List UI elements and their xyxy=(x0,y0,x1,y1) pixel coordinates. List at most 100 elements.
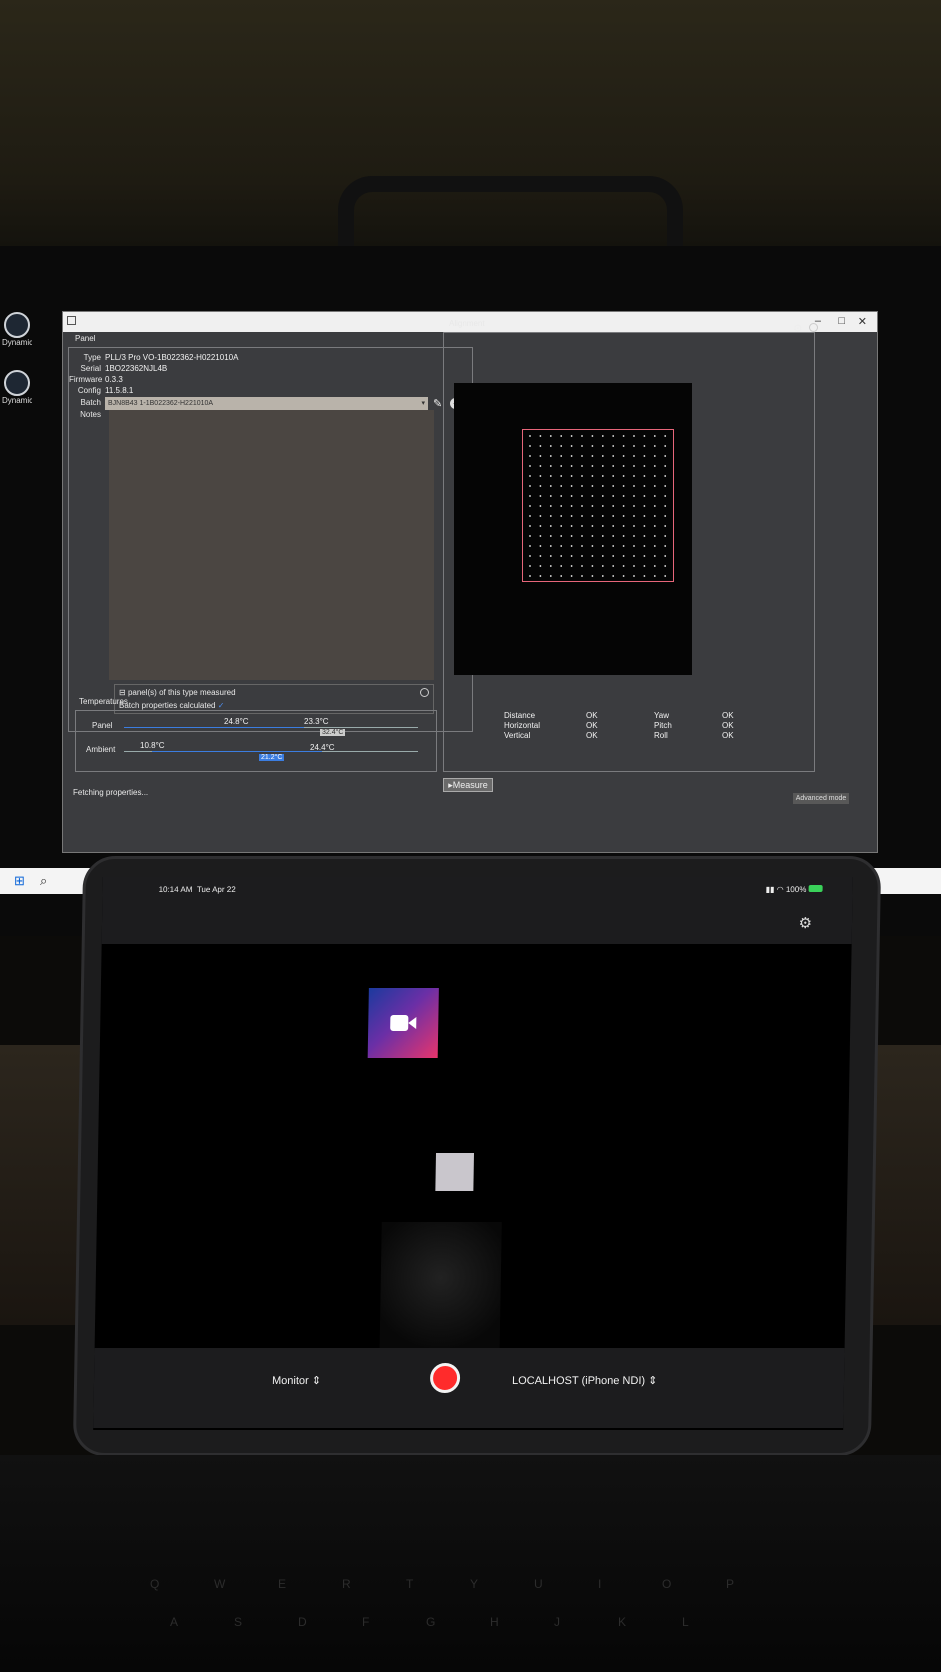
grid-dot xyxy=(653,515,656,517)
keyboard-key[interactable]: A xyxy=(170,1615,178,1629)
keyboard-key[interactable]: G xyxy=(426,1615,435,1629)
grid-dot xyxy=(653,465,656,467)
grid-dot xyxy=(539,485,542,487)
keyboard-key[interactable]: Y xyxy=(470,1577,478,1591)
grid-dot xyxy=(653,485,656,487)
notes-textarea[interactable] xyxy=(109,410,434,680)
batch-calculated-text: Batch properties calculated ✓ xyxy=(119,701,224,710)
grid-dot xyxy=(591,435,594,437)
grid-dot xyxy=(612,525,615,527)
keyboard-key[interactable]: E xyxy=(278,1577,286,1591)
grid-dot xyxy=(643,495,646,497)
grid-dot xyxy=(601,545,604,547)
keyboard-key[interactable]: W xyxy=(214,1577,225,1591)
grid-dot xyxy=(601,435,604,437)
notes-label: Notes xyxy=(80,410,101,419)
grid-dot xyxy=(591,445,594,447)
grid-dot xyxy=(664,495,667,497)
keyboard-key[interactable]: F xyxy=(362,1615,369,1629)
grid-dot xyxy=(549,445,552,447)
grid-dot xyxy=(664,575,667,577)
close-button[interactable]: ✕ xyxy=(858,315,867,328)
grid-dot xyxy=(539,455,542,457)
grid-dot xyxy=(622,475,625,477)
keyboard-key[interactable]: R xyxy=(342,1577,351,1591)
grid-dot xyxy=(643,435,646,437)
grid-dot xyxy=(591,495,594,497)
grid-dot xyxy=(601,485,604,487)
ambient-temp-label: Ambient xyxy=(86,745,116,754)
grid-dot xyxy=(622,485,625,487)
grid-dot xyxy=(612,495,615,497)
grid-dot xyxy=(581,455,583,457)
grid-dot xyxy=(581,445,583,447)
grid-dot xyxy=(601,555,604,557)
grid-dot xyxy=(529,545,531,547)
grid-dot xyxy=(622,515,625,517)
grid-dot xyxy=(643,465,646,467)
grid-dot xyxy=(549,515,552,517)
grid-dot xyxy=(539,495,542,497)
grid-dot xyxy=(539,435,542,437)
keyboard: Q W E R T Y U I O P A S D F G H J K L xyxy=(0,1455,941,1672)
batch-dropdown[interactable]: BJN8B43 1-1B022362-H221010A ▾ xyxy=(105,397,428,410)
desktop-icon-2[interactable]: Dynamic_Le... xyxy=(2,370,32,405)
keyboard-key[interactable]: P xyxy=(726,1577,734,1591)
search-icon[interactable]: ⌕ xyxy=(40,873,47,889)
grid-dot xyxy=(560,445,563,447)
batch-value: BJN8B43 1-1B022362-H221010A xyxy=(108,400,214,407)
edit-icon[interactable]: ✎ xyxy=(433,397,442,410)
grid-dot xyxy=(529,505,531,507)
time-text: 10:14 AM xyxy=(158,885,193,894)
grid-dot xyxy=(633,525,635,527)
keyboard-key[interactable]: L xyxy=(682,1615,689,1629)
ambient-temp-min: 10.8°C xyxy=(140,741,165,750)
desktop-icon-1[interactable]: Dynamic Dynamics... xyxy=(2,312,32,347)
keyboard-key[interactable]: O xyxy=(662,1577,671,1591)
grid-dot xyxy=(601,525,604,527)
keyboard-key[interactable]: Q xyxy=(150,1577,159,1591)
grid-dot xyxy=(560,495,563,497)
screen-reflection xyxy=(379,1222,502,1362)
grid-dot xyxy=(591,505,594,507)
keyboard-key[interactable]: I xyxy=(598,1577,601,1591)
grid-dot xyxy=(570,545,573,547)
grid-dot xyxy=(539,555,542,557)
advanced-mode-button[interactable]: Advanced mode xyxy=(793,793,849,804)
keyboard-key[interactable]: H xyxy=(490,1615,499,1629)
grid-dot xyxy=(612,445,615,447)
maximize-button[interactable]: □ xyxy=(838,315,845,327)
keyboard-key[interactable]: K xyxy=(618,1615,626,1629)
grid-dot xyxy=(529,515,531,517)
settings-gear-icon[interactable]: ⚙ xyxy=(798,914,812,932)
grid-dot xyxy=(601,465,604,467)
keyboard-key[interactable]: U xyxy=(534,1577,543,1591)
grid-dot xyxy=(581,465,583,467)
desktop-icon-label: Dynamic Dynamics... xyxy=(2,338,32,347)
keyboard-key[interactable]: J xyxy=(554,1615,560,1629)
grid-dot xyxy=(622,545,625,547)
windows-start-icon[interactable]: ⊞ xyxy=(14,873,25,889)
grid-dot xyxy=(549,455,552,457)
config-value: 11.5.8.1 xyxy=(105,386,134,395)
camera-source-tile[interactable] xyxy=(367,988,439,1058)
grid-dot xyxy=(560,475,563,477)
measure-button[interactable]: ▸Measure xyxy=(443,778,493,792)
grid-dot xyxy=(653,455,656,457)
ndi-preview-thumbnail[interactable] xyxy=(435,1153,475,1191)
grid-dot xyxy=(664,525,667,527)
grid-dot xyxy=(570,575,573,577)
record-button[interactable] xyxy=(429,1363,461,1393)
keyboard-key[interactable]: D xyxy=(298,1615,307,1629)
grid-dot xyxy=(529,465,531,467)
grid-dot xyxy=(643,475,646,477)
keyboard-key[interactable]: T xyxy=(406,1577,413,1591)
info-icon[interactable] xyxy=(809,323,818,332)
align-row-label: Horizontal xyxy=(504,721,541,730)
grid-dot xyxy=(664,505,667,507)
source-selector[interactable]: Monitor ⇕ xyxy=(272,1374,321,1387)
info-icon[interactable] xyxy=(420,688,429,697)
keyboard-key[interactable]: S xyxy=(234,1615,242,1629)
grid-dot xyxy=(549,535,552,537)
ndi-source-selector[interactable]: LOCALHOST (iPhone NDI) ⇕ xyxy=(512,1374,658,1387)
